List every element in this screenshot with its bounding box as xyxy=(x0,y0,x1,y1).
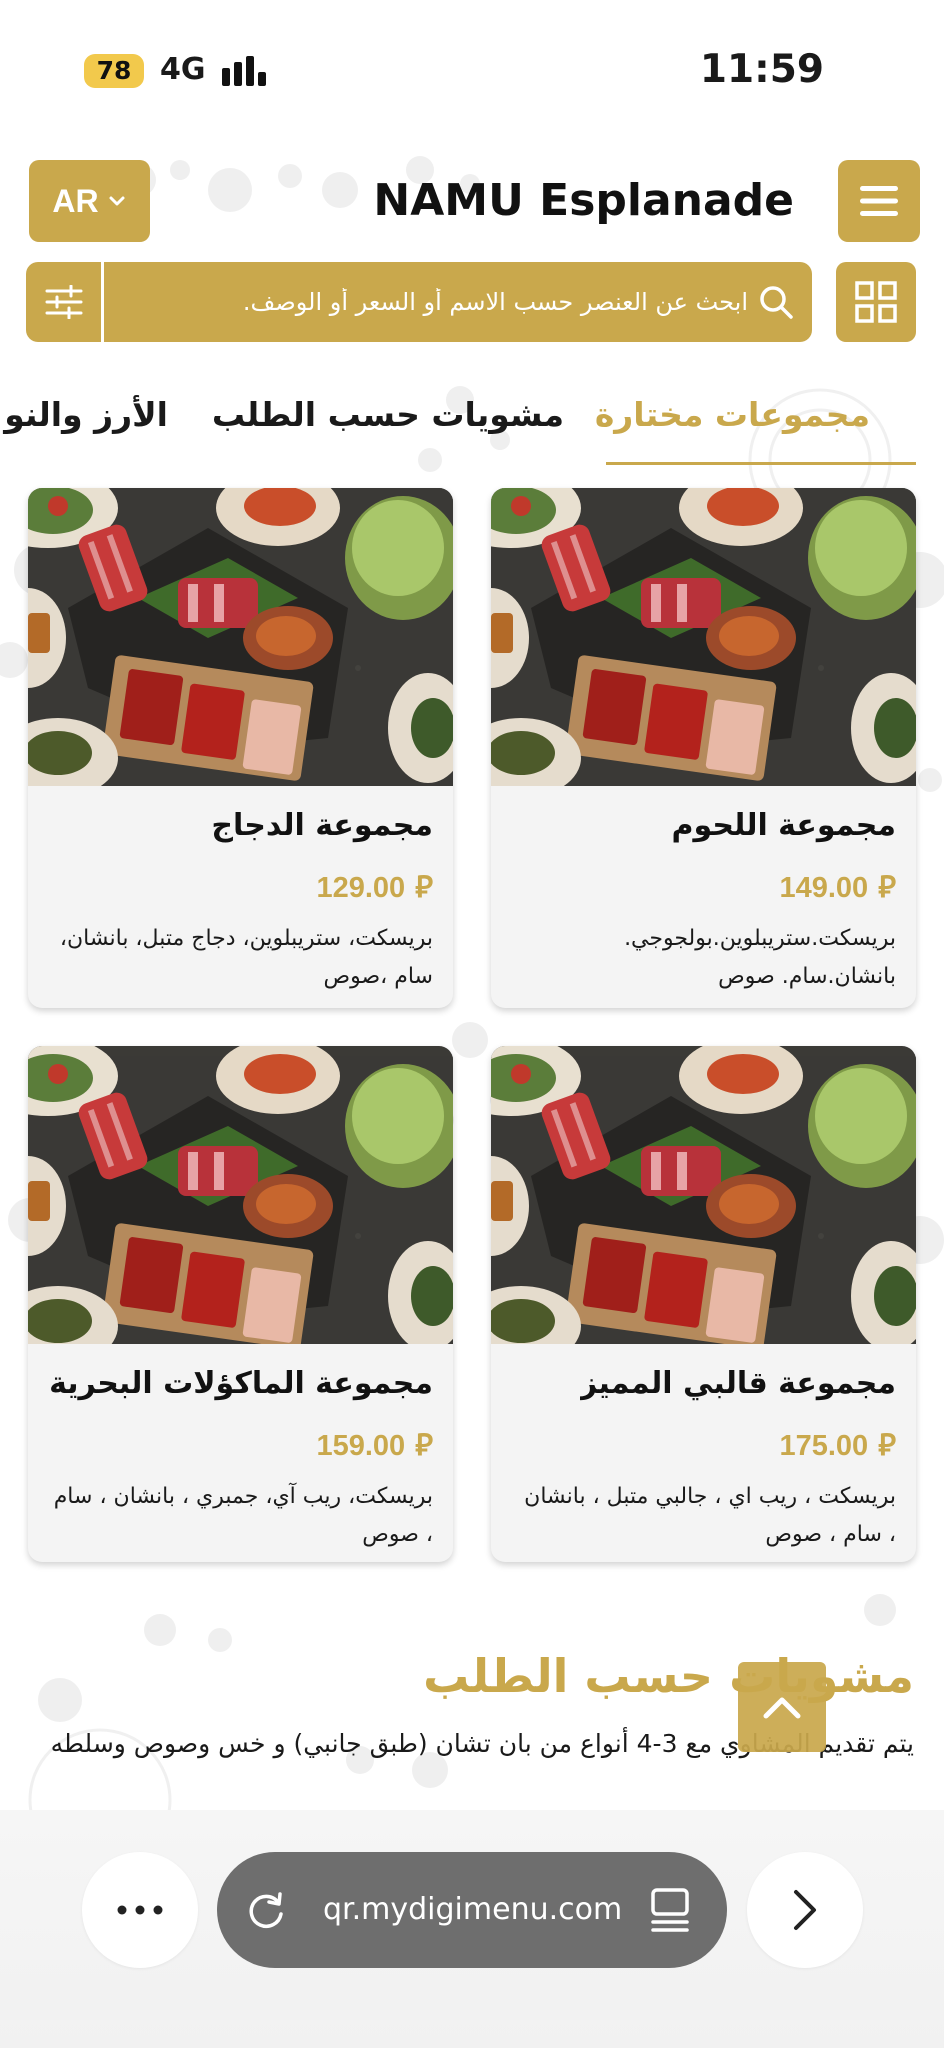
product-price: ⃁ 129.00 xyxy=(316,868,433,908)
product-description: بريسكت.ستريبلوين.بولجوجي. بانشان.سام. صو… xyxy=(624,926,896,989)
battery-indicator: 78 xyxy=(84,54,144,88)
signal-icon xyxy=(222,54,272,86)
product-image xyxy=(28,1046,453,1344)
product-price: ⃁ 149.00 xyxy=(779,868,896,908)
price-value: 129.00 xyxy=(316,872,406,904)
product-name: مجموعة الماكؤلات البحرية xyxy=(49,1366,433,1401)
address-bar[interactable]: qr.mydigimenu.com xyxy=(217,1852,727,1968)
product-image xyxy=(491,488,916,786)
product-price: ⃁ 159.00 xyxy=(316,1426,433,1466)
riyal-currency-icon: ⃁ xyxy=(878,1428,896,1463)
more-options-button[interactable] xyxy=(82,1852,198,1968)
price-value: 149.00 xyxy=(779,872,869,904)
hamburger-menu-icon xyxy=(860,186,898,216)
tab-rice-noodles[interactable]: الأرز والنو xyxy=(4,392,168,438)
product-description: بريسكت، ستريبلوين، دجاج متبل، بانشان، سا… xyxy=(59,926,433,989)
product-name: مجموعة الدجاج xyxy=(211,808,433,843)
language-button[interactable]: AR xyxy=(29,160,150,242)
forward-button[interactable] xyxy=(747,1852,863,1968)
tabs-icon[interactable] xyxy=(649,1886,691,1934)
product-image xyxy=(28,488,453,786)
browser-toolbar: qr.mydigimenu.com xyxy=(0,1810,944,2048)
tab-featured-sets[interactable]: مجموعات مختارة xyxy=(595,392,870,438)
product-description: بريسكت، ريب آي، جمبري ، بانشان ، سام ، ص… xyxy=(53,1484,433,1547)
search-icon xyxy=(760,286,793,319)
more-dots-icon xyxy=(117,1905,163,1915)
filter-sliders-icon xyxy=(45,285,82,319)
product-price: ⃁ 175.00 xyxy=(779,1426,896,1466)
search-bar xyxy=(26,262,812,342)
grid-view-button[interactable] xyxy=(836,262,916,342)
price-value: 175.00 xyxy=(779,1430,869,1462)
product-description: بريسكت ، ريب اي ، جالبي متبل ، بانشان ، … xyxy=(524,1484,896,1547)
filter-button[interactable] xyxy=(26,262,104,342)
status-time: 11:59 xyxy=(699,47,824,92)
status-bar: 78 4G 11:59 xyxy=(0,0,944,140)
scroll-to-top-button[interactable] xyxy=(738,1662,826,1752)
riyal-currency-icon: ⃁ xyxy=(878,870,896,905)
chevron-down-icon xyxy=(109,196,125,206)
forward-chevron-icon xyxy=(794,1890,816,1930)
chevron-up-icon xyxy=(763,1697,801,1719)
section-title: مشويات حسب الطلب xyxy=(423,1649,914,1703)
menu-button[interactable] xyxy=(838,160,920,242)
riyal-currency-icon: ⃁ xyxy=(415,870,433,905)
product-card[interactable]: مجموعة الماكؤلات البحرية ⃁ 159.00 بريسكت… xyxy=(28,1046,453,1562)
product-name: مجموعة اللحوم xyxy=(671,808,896,843)
tab-grills-to-order[interactable]: مشويات حسب الطلب xyxy=(212,392,564,438)
product-card[interactable]: مجموعة اللحوم ⃁ 149.00 بريسكت.ستريبلوين.… xyxy=(491,488,916,1008)
reload-icon[interactable] xyxy=(245,1890,287,1932)
product-card[interactable]: مجموعة قالبي المميز ⃁ 175.00 بريسكت ، ري… xyxy=(491,1046,916,1562)
product-card[interactable]: مجموعة الدجاج ⃁ 129.00 بريسكت، ستريبلوين… xyxy=(28,488,453,1008)
grid-view-icon xyxy=(855,281,897,323)
search-input[interactable] xyxy=(116,262,756,342)
active-tab-indicator xyxy=(606,462,916,465)
product-image xyxy=(491,1046,916,1344)
category-tabs: مجموعات مختارة مشويات حسب الطلب الأرز وا… xyxy=(0,370,944,468)
language-label: AR xyxy=(52,182,99,219)
url-text: qr.mydigimenu.com xyxy=(323,1892,623,1927)
price-value: 159.00 xyxy=(316,1430,406,1462)
network-type: 4G xyxy=(160,52,206,87)
riyal-currency-icon: ⃁ xyxy=(415,1428,433,1463)
product-name: مجموعة قالبي المميز xyxy=(579,1366,896,1401)
page-title: NAMU Esplanade xyxy=(373,175,794,226)
